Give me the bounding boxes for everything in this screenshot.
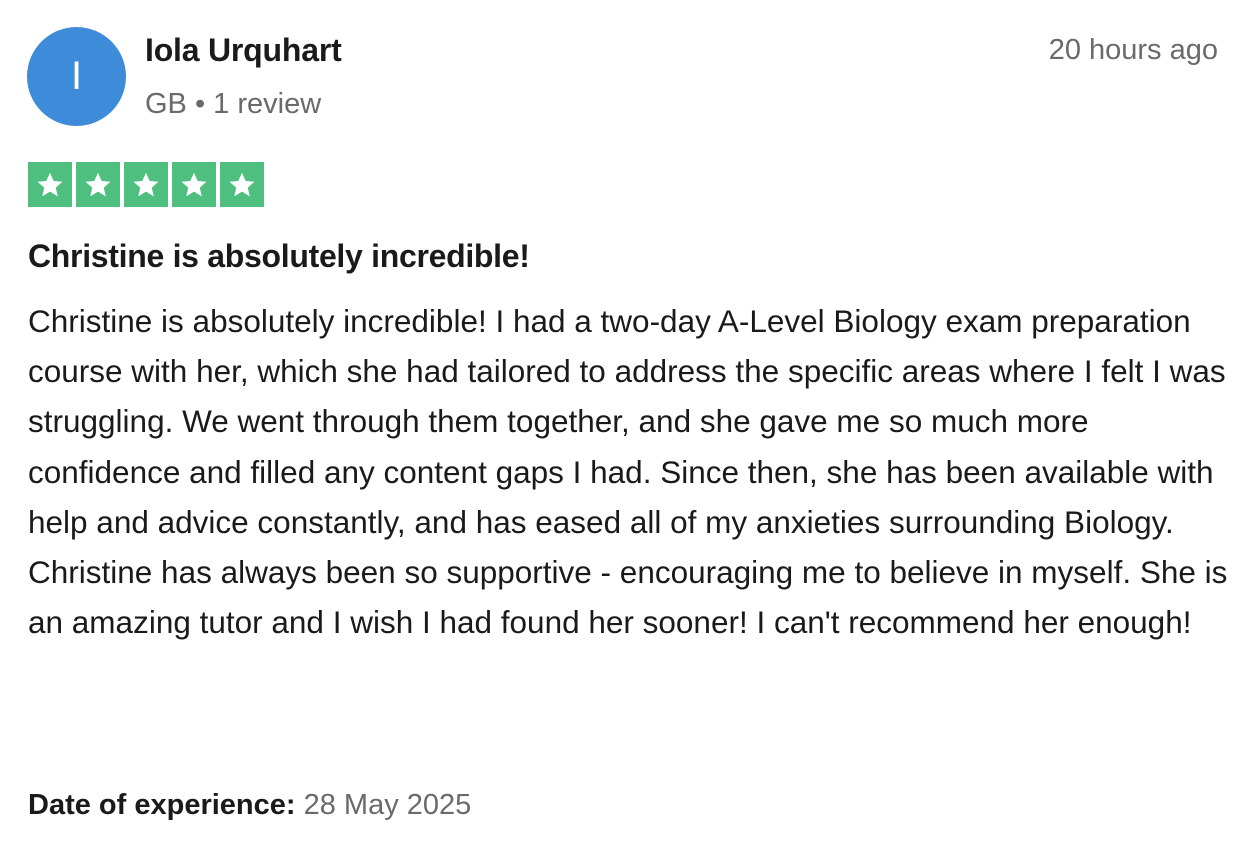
star-5 <box>220 162 264 207</box>
date-of-experience: Date of experience: 28 May 2025 <box>28 789 471 822</box>
reviewer-meta: GB • 1 review <box>145 88 322 120</box>
review-card: I Iola Urquhart GB • 1 review 20 hours a… <box>0 0 1251 865</box>
star-2 <box>76 162 120 207</box>
review-body: Christine is absolutely incredible! I ha… <box>28 303 1228 641</box>
reviewer-name[interactable]: Iola Urquhart <box>145 32 342 69</box>
experience-label: Date of experience: <box>28 789 296 821</box>
experience-date: 28 May 2025 <box>303 789 472 821</box>
review-title[interactable]: Christine is absolutely incredible! <box>28 238 530 275</box>
avatar[interactable]: I <box>27 27 126 126</box>
star-icon <box>133 172 159 196</box>
star-icon <box>181 172 207 196</box>
star-rating <box>28 162 264 207</box>
star-4 <box>172 162 216 207</box>
avatar-initial: I <box>70 54 83 98</box>
star-icon <box>85 172 111 196</box>
star-1 <box>28 162 72 207</box>
review-timestamp: 20 hours ago <box>1048 34 1218 66</box>
star-3 <box>124 162 168 207</box>
star-icon <box>229 172 255 196</box>
star-icon <box>37 172 63 196</box>
